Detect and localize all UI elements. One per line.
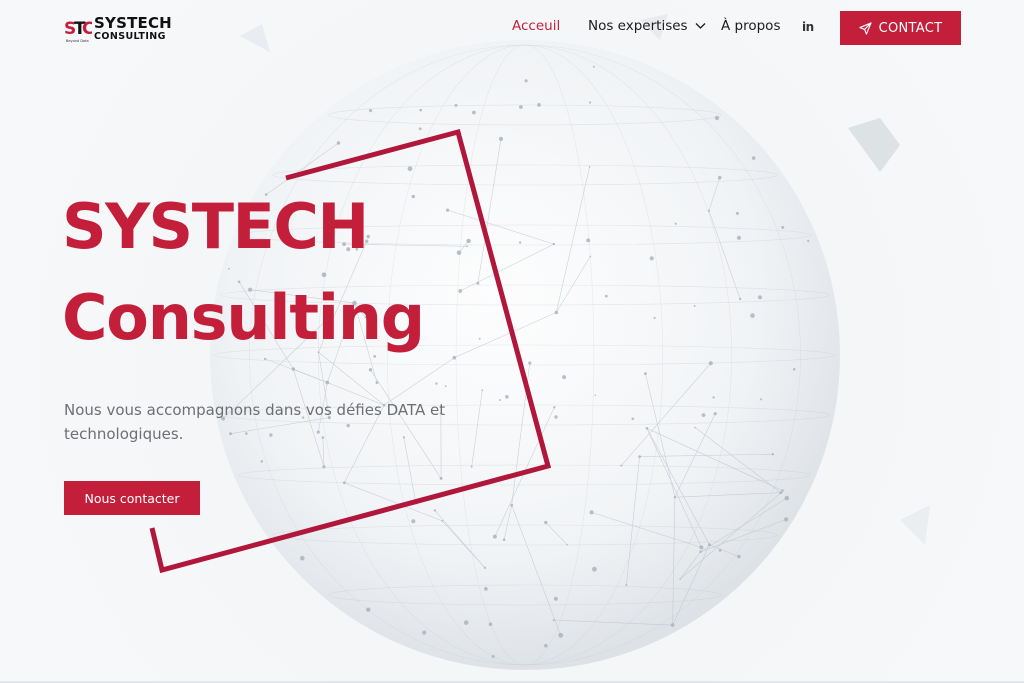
nav-item-accueil[interactable]: Acceuil — [512, 18, 560, 38]
brand-logo[interactable]: S T C SYSTECH CONSULTING Beyond Data — [64, 14, 174, 44]
brand-tagline: Beyond Data — [66, 39, 89, 43]
brand-name: SYSTECH CONSULTING — [94, 16, 172, 42]
brand-name-line2: CONSULTING — [94, 31, 166, 42]
hero-title-line2: Consulting — [62, 281, 425, 354]
page: S T C SYSTECH CONSULTING Beyond Data Acc… — [0, 0, 1024, 683]
nav-item-expertises[interactable]: Nos expertises — [588, 18, 706, 38]
linkedin-icon[interactable]: in — [802, 20, 814, 34]
hero-title-line1: SYSTECH — [62, 190, 369, 263]
nav-item-a-propos[interactable]: À propos — [721, 18, 780, 38]
site-header: S T C SYSTECH CONSULTING Beyond Data Acc… — [0, 0, 1024, 58]
nous-contacter-button[interactable]: Nous contacter — [64, 481, 200, 515]
nav-item-expertises-label: Nos expertises — [588, 18, 688, 34]
brand-name-line1: SYSTECH — [94, 14, 172, 32]
hero-subtitle: Nous vous accompagnons dans vos défies D… — [64, 401, 446, 443]
paper-plane-icon — [858, 21, 872, 35]
chevron-down-icon — [695, 23, 706, 29]
svg-text:C: C — [82, 19, 92, 39]
contact-button-label: CONTACT — [878, 20, 943, 36]
contact-button[interactable]: CONTACT — [840, 11, 961, 45]
